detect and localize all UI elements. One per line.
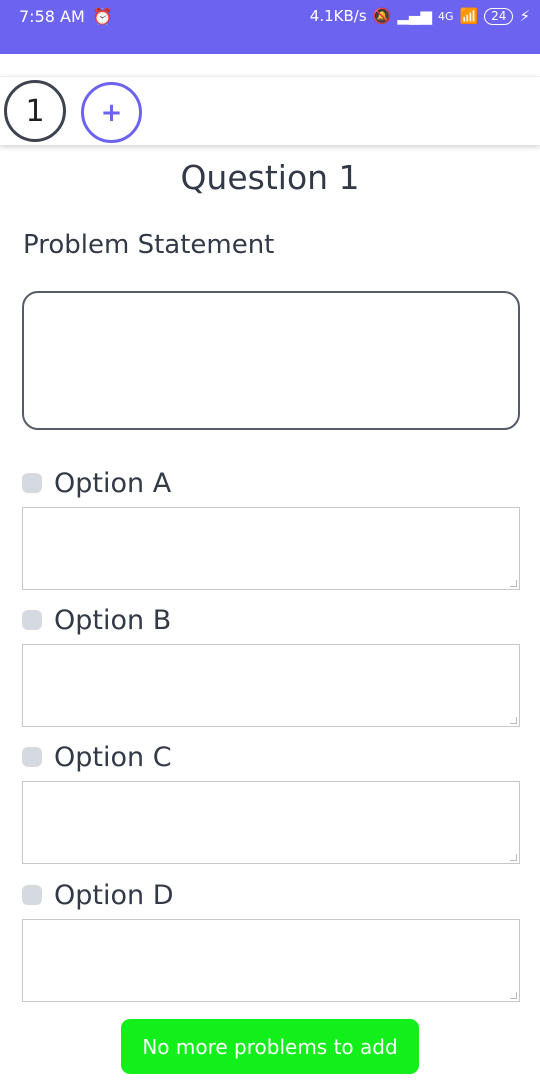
charging-icon: ⚡ (519, 7, 530, 25)
option-b-label: Option B (54, 604, 172, 636)
option-b: Option B (22, 600, 520, 727)
wifi-icon: 📶 (459, 7, 479, 25)
option-a-input[interactable] (22, 507, 520, 590)
problem-statement-input[interactable] (22, 291, 520, 430)
status-bar: 7:58 AM ⏰ 4.1KB/s 🔕 ▂▄▆ 4G 📶 24 ⚡ (0, 0, 540, 54)
no-more-problems-button[interactable]: No more problems to add (121, 1019, 419, 1074)
resize-handle-icon[interactable] (510, 717, 517, 724)
status-time: 7:58 AM (19, 7, 85, 26)
option-b-input[interactable] (22, 644, 520, 727)
option-c-input[interactable] (22, 781, 520, 864)
question-number-button[interactable]: 1 (4, 80, 66, 142)
page-title: Question 1 (180, 158, 360, 197)
battery-level: 24 (484, 7, 514, 25)
resize-handle-icon[interactable] (510, 580, 517, 587)
resize-handle-icon[interactable] (510, 992, 517, 999)
option-d-input[interactable] (22, 919, 520, 1002)
option-c: Option C (22, 737, 520, 864)
option-d-label: Option D (54, 879, 174, 911)
alarm-icon: ⏰ (92, 7, 113, 26)
add-question-button[interactable]: + (81, 82, 142, 143)
resize-handle-icon[interactable] (510, 854, 517, 861)
option-d: Option D (22, 875, 520, 1002)
question-nav: 1 + (0, 76, 540, 145)
option-a-checkbox[interactable] (22, 473, 42, 493)
mute-icon: 🔕 (372, 7, 392, 25)
option-a: Option A (22, 463, 520, 590)
network-type: 4G (437, 9, 454, 23)
network-speed: 4.1KB/s (309, 7, 367, 25)
option-c-checkbox[interactable] (22, 747, 42, 767)
signal-icon: ▂▄▆ (397, 7, 432, 25)
option-a-label: Option A (54, 467, 172, 499)
option-c-label: Option C (54, 741, 172, 773)
option-d-checkbox[interactable] (22, 885, 42, 905)
option-b-checkbox[interactable] (22, 610, 42, 630)
problem-statement-label: Problem Statement (23, 230, 275, 260)
